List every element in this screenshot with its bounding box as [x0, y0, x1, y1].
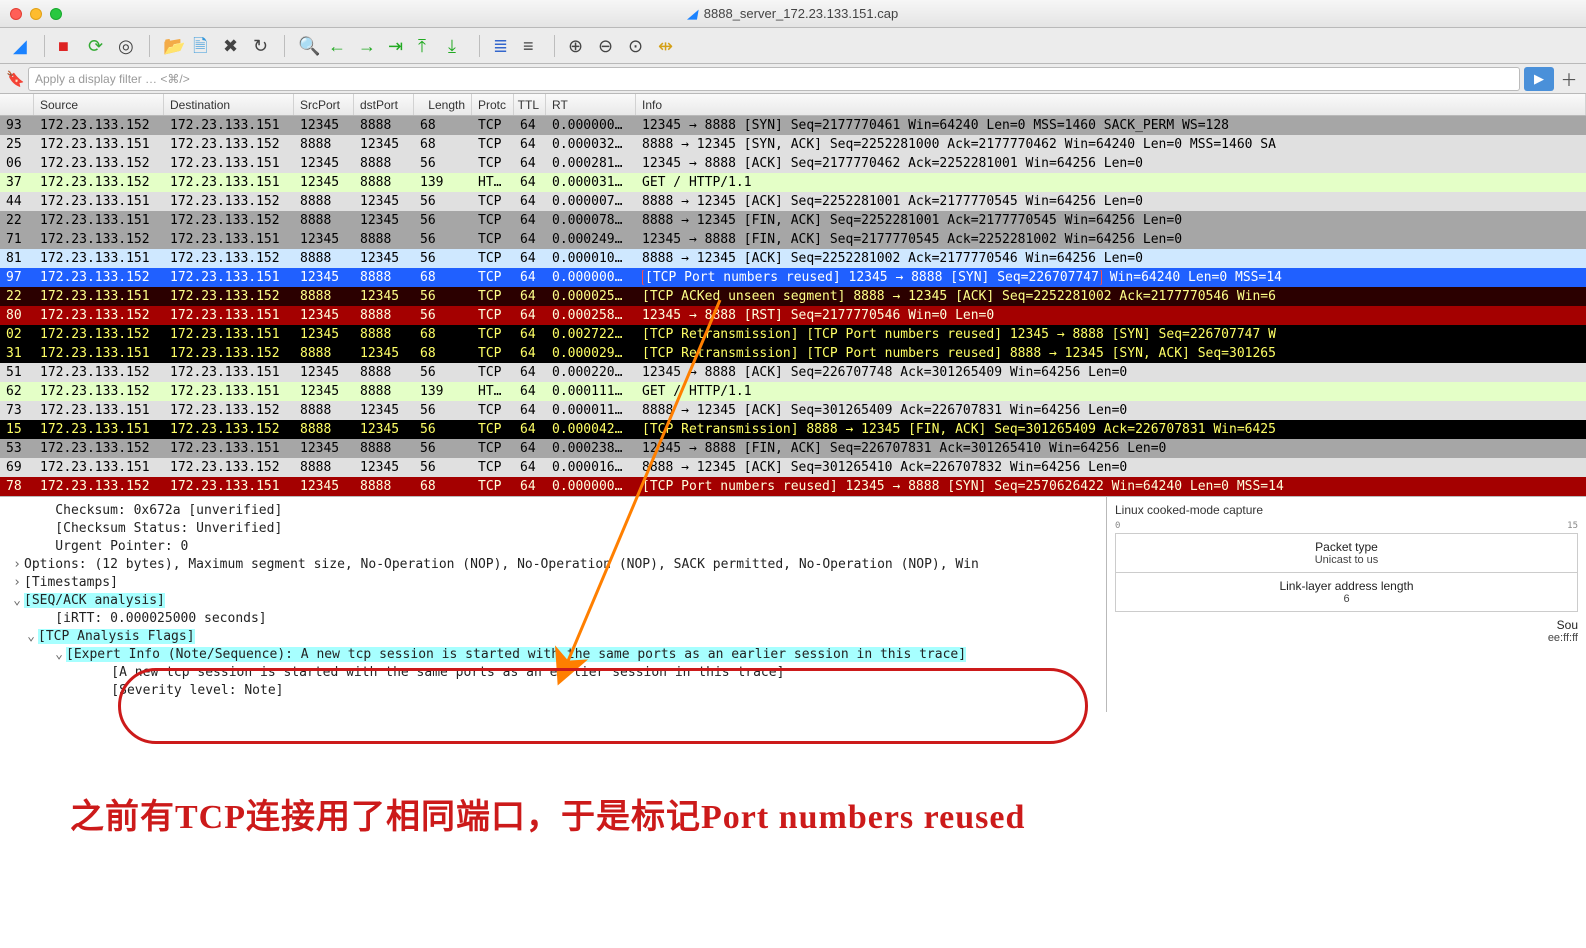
tree-line: Urgent Pointer: 0	[10, 537, 1106, 555]
separator	[284, 35, 285, 57]
open-file-button[interactable]: 📂	[158, 32, 186, 60]
close-window-button[interactable]	[10, 8, 22, 20]
resize-columns-button[interactable]: ⇹	[653, 32, 681, 60]
separator	[554, 35, 555, 57]
main-toolbar: ◢ ■ ⟳ ◎ 📂 🗎 ✖ ↻ 🔍 ← → ⇥ ⤒ ⤓ ≣ ≡ ⊕ ⊖ ⊙ ⇹	[0, 28, 1586, 64]
filter-bar: 🔖 Apply a display filter … <⌘/> ▶ ＋	[0, 64, 1586, 94]
separator	[149, 35, 150, 57]
window-title: 8888_server_172.23.133.151.cap	[704, 6, 898, 21]
colorize-button[interactable]: ≡	[518, 32, 546, 60]
col-rt[interactable]: RT	[546, 94, 636, 115]
field-source-clip: Sou ee:ff:ff	[1115, 612, 1578, 644]
packet-row[interactable]: 22172.23.133.151172.23.133.1528888123455…	[0, 287, 1586, 306]
tree-line: [Severity level: Note]	[10, 681, 1106, 699]
col-info[interactable]: Info	[636, 94, 1586, 115]
packet-row[interactable]: 81172.23.133.151172.23.133.1528888123455…	[0, 249, 1586, 268]
collapse-icon: ⌄	[52, 647, 66, 662]
collapse-icon: ⌄	[24, 629, 38, 644]
col-ttl[interactable]: TTL	[514, 94, 546, 115]
packet-details-tree[interactable]: Checksum: 0x672a [unverified] [Checksum …	[0, 497, 1106, 712]
packet-diagram-pane[interactable]: Linux cooked-mode capture 015 Packet typ…	[1106, 497, 1586, 712]
col-srcport[interactable]: SrcPort	[294, 94, 354, 115]
zoom-in-button[interactable]: ⊕	[563, 32, 591, 60]
packet-row[interactable]: 25172.23.133.151172.23.133.1528888123456…	[0, 135, 1586, 154]
display-filter-input[interactable]: Apply a display filter … <⌘/>	[28, 67, 1520, 91]
tree-line[interactable]: ⌄[Expert Info (Note/Sequence): A new tcp…	[10, 645, 1106, 663]
tree-line[interactable]: ⌄[SEQ/ACK analysis]	[10, 591, 1106, 609]
separator	[44, 35, 45, 57]
field-lladdr-len: Link-layer address length 6	[1115, 572, 1578, 612]
bookmark-icon[interactable]: 🔖	[6, 70, 24, 88]
col-dstport[interactable]: dstPort	[354, 94, 414, 115]
wireshark-icon: ◢	[686, 6, 699, 22]
go-first-button[interactable]: ⤒	[413, 32, 441, 60]
stop-capture-button[interactable]: ■	[53, 32, 81, 60]
col-protocol[interactable]: Protc	[472, 94, 514, 115]
go-back-button[interactable]: ←	[323, 32, 351, 60]
auto-scroll-button[interactable]: ≣	[488, 32, 516, 60]
lower-panes: Checksum: 0x672a [unverified] [Checksum …	[0, 496, 1586, 712]
annotation-text: 之前有TCP连接用了相同端口，于是标记Port numbers reused	[70, 789, 1025, 838]
packet-row[interactable]: 78172.23.133.152172.23.133.1511234588886…	[0, 477, 1586, 496]
filter-placeholder: Apply a display filter … <⌘/>	[35, 72, 190, 86]
packet-row[interactable]: 73172.23.133.151172.23.133.1528888123455…	[0, 401, 1586, 420]
packet-row[interactable]: 51172.23.133.152172.23.133.1511234588885…	[0, 363, 1586, 382]
window-controls	[0, 8, 62, 20]
collapse-icon: ⌄	[10, 593, 24, 608]
tree-line: [Checksum Status: Unverified]	[10, 519, 1106, 537]
packet-row[interactable]: 53172.23.133.152172.23.133.1511234588885…	[0, 439, 1586, 458]
col-length[interactable]: Length	[414, 94, 472, 115]
capture-options-button[interactable]: ◎	[113, 32, 141, 60]
packet-row[interactable]: 31172.23.133.151172.23.133.1528888123456…	[0, 344, 1586, 363]
tree-line[interactable]: ⌄[TCP Analysis Flags]	[10, 627, 1106, 645]
separator	[479, 35, 480, 57]
tree-line: [A new tcp session is started with the s…	[10, 663, 1106, 681]
add-filter-button[interactable]: ＋	[1558, 66, 1580, 91]
col-source[interactable]: Source	[34, 94, 164, 115]
col-no[interactable]	[0, 94, 34, 115]
go-forward-button[interactable]: →	[353, 32, 381, 60]
close-file-button[interactable]: ✖	[218, 32, 246, 60]
tree-line[interactable]: ›Options: (12 bytes), Maximum segment si…	[10, 555, 1106, 573]
go-last-button[interactable]: ⤓	[443, 32, 471, 60]
packet-list-header[interactable]: Source Destination SrcPort dstPort Lengt…	[0, 94, 1586, 116]
wireshark-logo-icon[interactable]: ◢	[8, 32, 36, 60]
maximize-window-button[interactable]	[50, 8, 62, 20]
tree-line: Checksum: 0x672a [unverified]	[10, 501, 1106, 519]
titlebar: ◢ 8888_server_172.23.133.151.cap	[0, 0, 1586, 28]
find-packet-button[interactable]: 🔍	[293, 32, 321, 60]
packet-row[interactable]: 80172.23.133.152172.23.133.1511234588885…	[0, 306, 1586, 325]
packet-row[interactable]: 37172.23.133.152172.23.133.1511234588881…	[0, 173, 1586, 192]
packet-row[interactable]: 02172.23.133.152172.23.133.1511234588886…	[0, 325, 1586, 344]
packet-list[interactable]: Source Destination SrcPort dstPort Lengt…	[0, 94, 1586, 496]
packet-row[interactable]: 93172.23.133.152172.23.133.1511234588886…	[0, 116, 1586, 135]
tree-line[interactable]: ›[Timestamps]	[10, 573, 1106, 591]
minimize-window-button[interactable]	[30, 8, 42, 20]
packet-row[interactable]: 44172.23.133.151172.23.133.1528888123455…	[0, 192, 1586, 211]
col-destination[interactable]: Destination	[164, 94, 294, 115]
packet-row[interactable]: 06172.23.133.152172.23.133.1511234588885…	[0, 154, 1586, 173]
packet-row[interactable]: 62172.23.133.152172.23.133.1511234588881…	[0, 382, 1586, 401]
expand-icon: ›	[10, 575, 24, 590]
packet-row[interactable]: 71172.23.133.152172.23.133.1511234588885…	[0, 230, 1586, 249]
packet-row[interactable]: 22172.23.133.151172.23.133.1528888123455…	[0, 211, 1586, 230]
packet-row[interactable]: 69172.23.133.151172.23.133.1528888123455…	[0, 458, 1586, 477]
save-file-button[interactable]: 🗎	[188, 32, 216, 60]
tree-line: [iRTT: 0.000025000 seconds]	[10, 609, 1106, 627]
diagram-title: Linux cooked-mode capture	[1115, 503, 1578, 517]
packet-row[interactable]: 97172.23.133.152172.23.133.1511234588886…	[0, 268, 1586, 287]
restart-capture-button[interactable]: ⟳	[83, 32, 111, 60]
go-to-packet-button[interactable]: ⇥	[383, 32, 411, 60]
zoom-out-button[interactable]: ⊖	[593, 32, 621, 60]
expand-icon: ›	[10, 557, 24, 572]
field-packet-type: Packet type Unicast to us	[1115, 533, 1578, 573]
apply-filter-button[interactable]: ▶	[1524, 67, 1554, 91]
reload-file-button[interactable]: ↻	[248, 32, 276, 60]
zoom-reset-button[interactable]: ⊙	[623, 32, 651, 60]
packet-row[interactable]: 15172.23.133.151172.23.133.1528888123455…	[0, 420, 1586, 439]
